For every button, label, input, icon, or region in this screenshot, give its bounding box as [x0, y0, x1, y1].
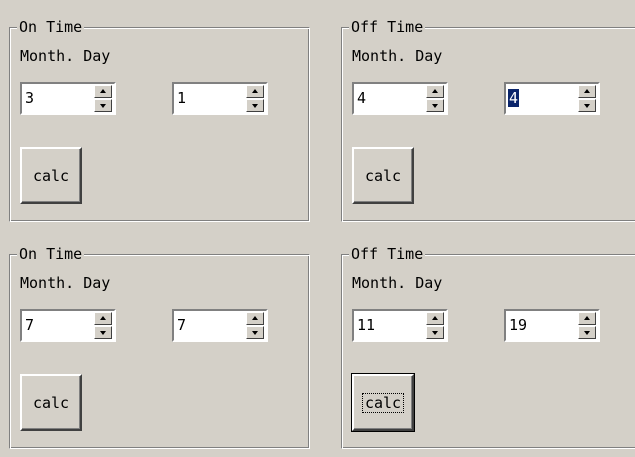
off-time-group-1: Off Time Month. Day 4 4 calc	[341, 18, 635, 222]
group-title: On Time	[17, 18, 85, 36]
month-increment-button[interactable]	[94, 85, 112, 98]
day-increment-button[interactable]	[578, 85, 596, 98]
day-value[interactable]: 7	[176, 316, 187, 334]
arrow-up-icon	[584, 89, 590, 93]
arrow-up-icon	[584, 316, 590, 320]
calc-button[interactable]: calc	[352, 147, 414, 204]
month-spinner[interactable]: 4	[352, 82, 448, 115]
on-time-group-2: On Time Month. Day 7 7 calc	[9, 245, 310, 449]
day-decrement-button[interactable]	[578, 326, 596, 339]
calc-button[interactable]: calc	[20, 374, 82, 431]
calc-button[interactable]: calc	[20, 147, 82, 204]
month-value[interactable]: 3	[24, 89, 35, 107]
arrow-down-icon	[100, 331, 106, 335]
group-title: Off Time	[349, 18, 426, 36]
calc-label: calc	[32, 393, 70, 412]
arrow-up-icon	[252, 316, 258, 320]
month-spinner[interactable]: 7	[20, 309, 116, 342]
arrow-down-icon	[100, 104, 106, 108]
day-value[interactable]: 4	[508, 89, 520, 107]
arrow-down-icon	[252, 104, 258, 108]
group-title: On Time	[17, 245, 85, 263]
month-value[interactable]: 11	[356, 316, 376, 334]
arrow-up-icon	[432, 316, 438, 320]
month-spinner[interactable]: 3	[20, 82, 116, 115]
group-title: Off Time	[349, 245, 426, 263]
day-increment-button[interactable]	[578, 312, 596, 325]
day-spinner[interactable]: 7	[172, 309, 268, 342]
off-time-group-2: Off Time Month. Day 11 19 calc	[341, 245, 635, 449]
on-time-group-1: On Time Month. Day 3 1 calc	[9, 18, 310, 222]
month-value[interactable]: 4	[356, 89, 367, 107]
day-value[interactable]: 19	[508, 316, 528, 334]
day-spinner[interactable]: 1	[172, 82, 268, 115]
calc-label: calc	[361, 392, 405, 413]
month-increment-button[interactable]	[94, 312, 112, 325]
arrow-up-icon	[432, 89, 438, 93]
month-day-label: Month. Day	[20, 274, 111, 292]
arrow-up-icon	[252, 89, 258, 93]
day-decrement-button[interactable]	[246, 326, 264, 339]
month-increment-button[interactable]	[426, 312, 444, 325]
month-decrement-button[interactable]	[94, 326, 112, 339]
arrow-up-icon	[100, 316, 106, 320]
arrow-down-icon	[432, 331, 438, 335]
calc-label: calc	[32, 166, 70, 185]
month-decrement-button[interactable]	[426, 326, 444, 339]
day-spinner[interactable]: 4	[504, 82, 600, 115]
day-decrement-button[interactable]	[578, 99, 596, 112]
day-spinner[interactable]: 19	[504, 309, 600, 342]
month-spinner[interactable]: 11	[352, 309, 448, 342]
day-value[interactable]: 1	[176, 89, 187, 107]
day-increment-button[interactable]	[246, 312, 264, 325]
arrow-down-icon	[584, 331, 590, 335]
day-decrement-button[interactable]	[246, 99, 264, 112]
day-increment-button[interactable]	[246, 85, 264, 98]
month-day-label: Month. Day	[352, 47, 443, 65]
month-day-label: Month. Day	[20, 47, 111, 65]
month-decrement-button[interactable]	[94, 99, 112, 112]
arrow-down-icon	[252, 331, 258, 335]
calc-label: calc	[364, 166, 402, 185]
arrow-up-icon	[100, 89, 106, 93]
calc-button[interactable]: calc	[351, 373, 415, 432]
arrow-down-icon	[584, 104, 590, 108]
month-increment-button[interactable]	[426, 85, 444, 98]
month-day-label: Month. Day	[352, 274, 443, 292]
arrow-down-icon	[432, 104, 438, 108]
month-decrement-button[interactable]	[426, 99, 444, 112]
month-value[interactable]: 7	[24, 316, 35, 334]
